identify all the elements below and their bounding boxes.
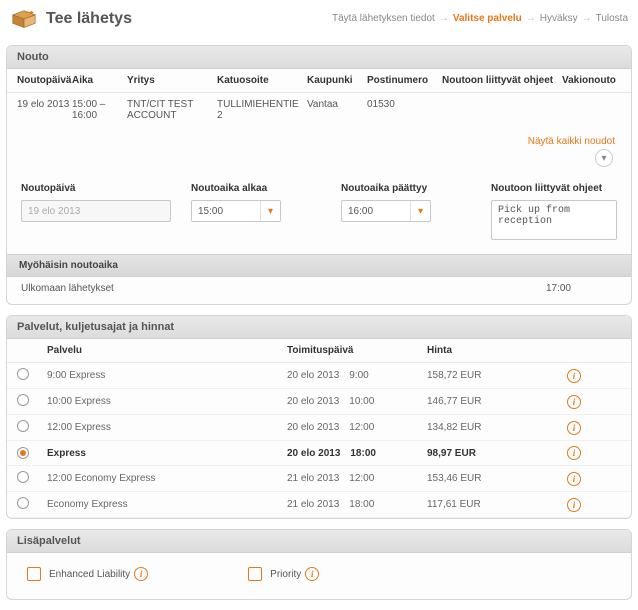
info-icon[interactable]: i — [134, 567, 148, 581]
col-price: Hinta — [427, 345, 567, 356]
col-date: Noutopäivä — [17, 75, 72, 86]
priority-label: Priority — [270, 569, 301, 580]
service-radio[interactable] — [17, 447, 29, 459]
service-price: 158,72 EUR — [427, 370, 567, 381]
end-label: Noutoaika päättyy — [341, 183, 471, 194]
service-price: 146,77 EUR — [427, 396, 567, 407]
services-panel-title: Palvelut, kuljetusajat ja hinnat — [7, 316, 631, 339]
service-time: 18:00 — [349, 499, 374, 510]
col-postal: Postinumero — [367, 75, 442, 86]
info-icon[interactable]: i — [567, 421, 581, 435]
start-label: Noutoaika alkaa — [191, 183, 321, 194]
info-icon[interactable]: i — [567, 498, 581, 512]
service-name: 12:00 Express — [47, 422, 287, 433]
instr-label: Noutoon liittyvät ohjeet — [491, 183, 617, 194]
pickup-panel: Nouto Noutopäivä Aika Yritys Katuosoite … — [6, 45, 632, 305]
col-instr: Noutoon liittyvät ohjeet — [442, 75, 562, 86]
col-time: Aika — [72, 75, 127, 86]
service-date: 21 elo 2013 — [287, 499, 339, 510]
service-price: 153,46 EUR — [427, 473, 567, 484]
extras-panel-title: Lisäpalvelut — [7, 530, 631, 553]
chevron-down-icon: ▾ — [410, 201, 430, 221]
service-radio[interactable] — [17, 368, 29, 380]
service-price: 134,82 EUR — [427, 422, 567, 433]
breadcrumb-step-2[interactable]: Valitse palvelu — [453, 13, 522, 24]
latest-pickup-label: Ulkomaan lähetykset — [21, 283, 114, 294]
service-name: 12:00 Economy Express — [47, 473, 287, 484]
cell-postal: 01530 — [367, 99, 442, 121]
breadcrumb-step-1[interactable]: Täytä lähetyksen tiedot — [332, 13, 435, 24]
col-delivery: Toimituspäivä — [287, 345, 427, 356]
info-icon[interactable]: i — [567, 395, 581, 409]
info-icon[interactable]: i — [567, 446, 581, 460]
enhanced-liability-checkbox[interactable] — [27, 567, 41, 581]
service-row[interactable]: 10:00 Express20 elo 2013 10:00 146,77 EURi — [7, 389, 631, 415]
service-time: 10:00 — [349, 396, 374, 407]
priority-checkbox[interactable] — [248, 567, 262, 581]
show-all-pickups-link[interactable]: Näytä kaikki noudot — [528, 136, 615, 147]
service-date: 21 elo 2013 — [287, 473, 339, 484]
service-price: 117,61 EUR — [427, 499, 567, 510]
col-default: Vakionouto — [562, 75, 632, 86]
service-date: 20 elo 2013 — [287, 396, 339, 407]
pickup-row[interactable]: 19 elo 2013 15:00 – 16:00 TNT/CIT TEST A… — [7, 93, 631, 131]
service-time: 9:00 — [349, 370, 368, 381]
service-radio[interactable] — [17, 471, 29, 483]
chevron-down-icon: ▾ — [260, 201, 280, 221]
extras-panel: Lisäpalvelut Enhanced Liability i Priori… — [6, 529, 632, 600]
service-date: 20 elo 2013 — [287, 422, 339, 433]
service-radio[interactable] — [17, 420, 29, 432]
cell-date: 19 elo 2013 — [17, 99, 72, 121]
services-panel: Palvelut, kuljetusajat ja hinnat Palvelu… — [6, 315, 632, 519]
breadcrumb-step-4[interactable]: Tulosta — [596, 13, 628, 24]
service-radio[interactable] — [17, 497, 29, 509]
info-icon[interactable]: i — [567, 369, 581, 383]
cell-company: TNT/CIT TEST ACCOUNT — [127, 99, 217, 121]
pickup-end-select[interactable]: 16:00 ▾ — [341, 200, 431, 222]
latest-pickup-value: 17:00 — [546, 283, 571, 294]
service-row[interactable]: 12:00 Express20 elo 2013 12:00 134,82 EURi — [7, 415, 631, 441]
service-row[interactable]: 12:00 Economy Express21 elo 2013 12:00 153… — [7, 466, 631, 492]
chevron-down-icon: ▾ — [601, 153, 606, 164]
col-street: Katuosoite — [217, 75, 307, 86]
service-name: Express — [47, 448, 287, 459]
service-time: 12:00 — [349, 473, 374, 484]
page-title: Tee lähetys — [46, 10, 132, 28]
service-row[interactable]: 9:00 Express20 elo 2013 9:00 158,72 EURi — [7, 363, 631, 389]
col-company: Yritys — [127, 75, 217, 86]
expand-toggle[interactable]: ▾ — [595, 149, 613, 167]
pickup-instructions-input[interactable] — [491, 200, 617, 240]
service-date: 20 elo 2013 — [287, 370, 339, 381]
info-icon[interactable]: i — [567, 472, 581, 486]
cell-city: Vantaa — [307, 99, 367, 121]
col-city: Kaupunki — [307, 75, 367, 86]
date-label: Noutopäivä — [21, 183, 171, 194]
pickup-start-select[interactable]: 15:00 ▾ — [191, 200, 281, 222]
service-date: 20 elo 2013 — [287, 448, 340, 459]
enhanced-liability-label: Enhanced Liability — [49, 569, 130, 580]
chevron-right-icon: → — [582, 13, 592, 24]
box-icon — [10, 6, 38, 31]
latest-pickup-header: Myöhäisin noutoaika — [7, 254, 631, 277]
cell-street: TULLIMIEHENTIE 2 — [217, 99, 307, 121]
chevron-right-icon: → — [439, 13, 449, 24]
col-service: Palvelu — [47, 345, 287, 356]
info-icon[interactable]: i — [305, 567, 319, 581]
pickup-date-input[interactable]: 19 elo 2013 — [21, 200, 171, 222]
cell-time: 15:00 – 16:00 — [72, 99, 127, 121]
service-name: Economy Express — [47, 499, 287, 510]
breadcrumb: Täytä lähetyksen tiedot → Valitse palvel… — [332, 13, 628, 24]
service-price: 98,97 EUR — [427, 448, 567, 459]
service-row[interactable]: Economy Express21 elo 2013 18:00 117,61 EU… — [7, 492, 631, 518]
service-name: 10:00 Express — [47, 396, 287, 407]
pickup-panel-title: Nouto — [7, 46, 631, 69]
service-time: 12:00 — [349, 422, 374, 433]
chevron-right-icon: → — [526, 13, 536, 24]
service-name: 9:00 Express — [47, 370, 287, 381]
service-radio[interactable] — [17, 394, 29, 406]
service-row[interactable]: Express20 elo 2013 18:00 98,97 EURi — [7, 441, 631, 466]
breadcrumb-step-3[interactable]: Hyväksy — [540, 13, 578, 24]
service-time: 18:00 — [350, 448, 376, 459]
